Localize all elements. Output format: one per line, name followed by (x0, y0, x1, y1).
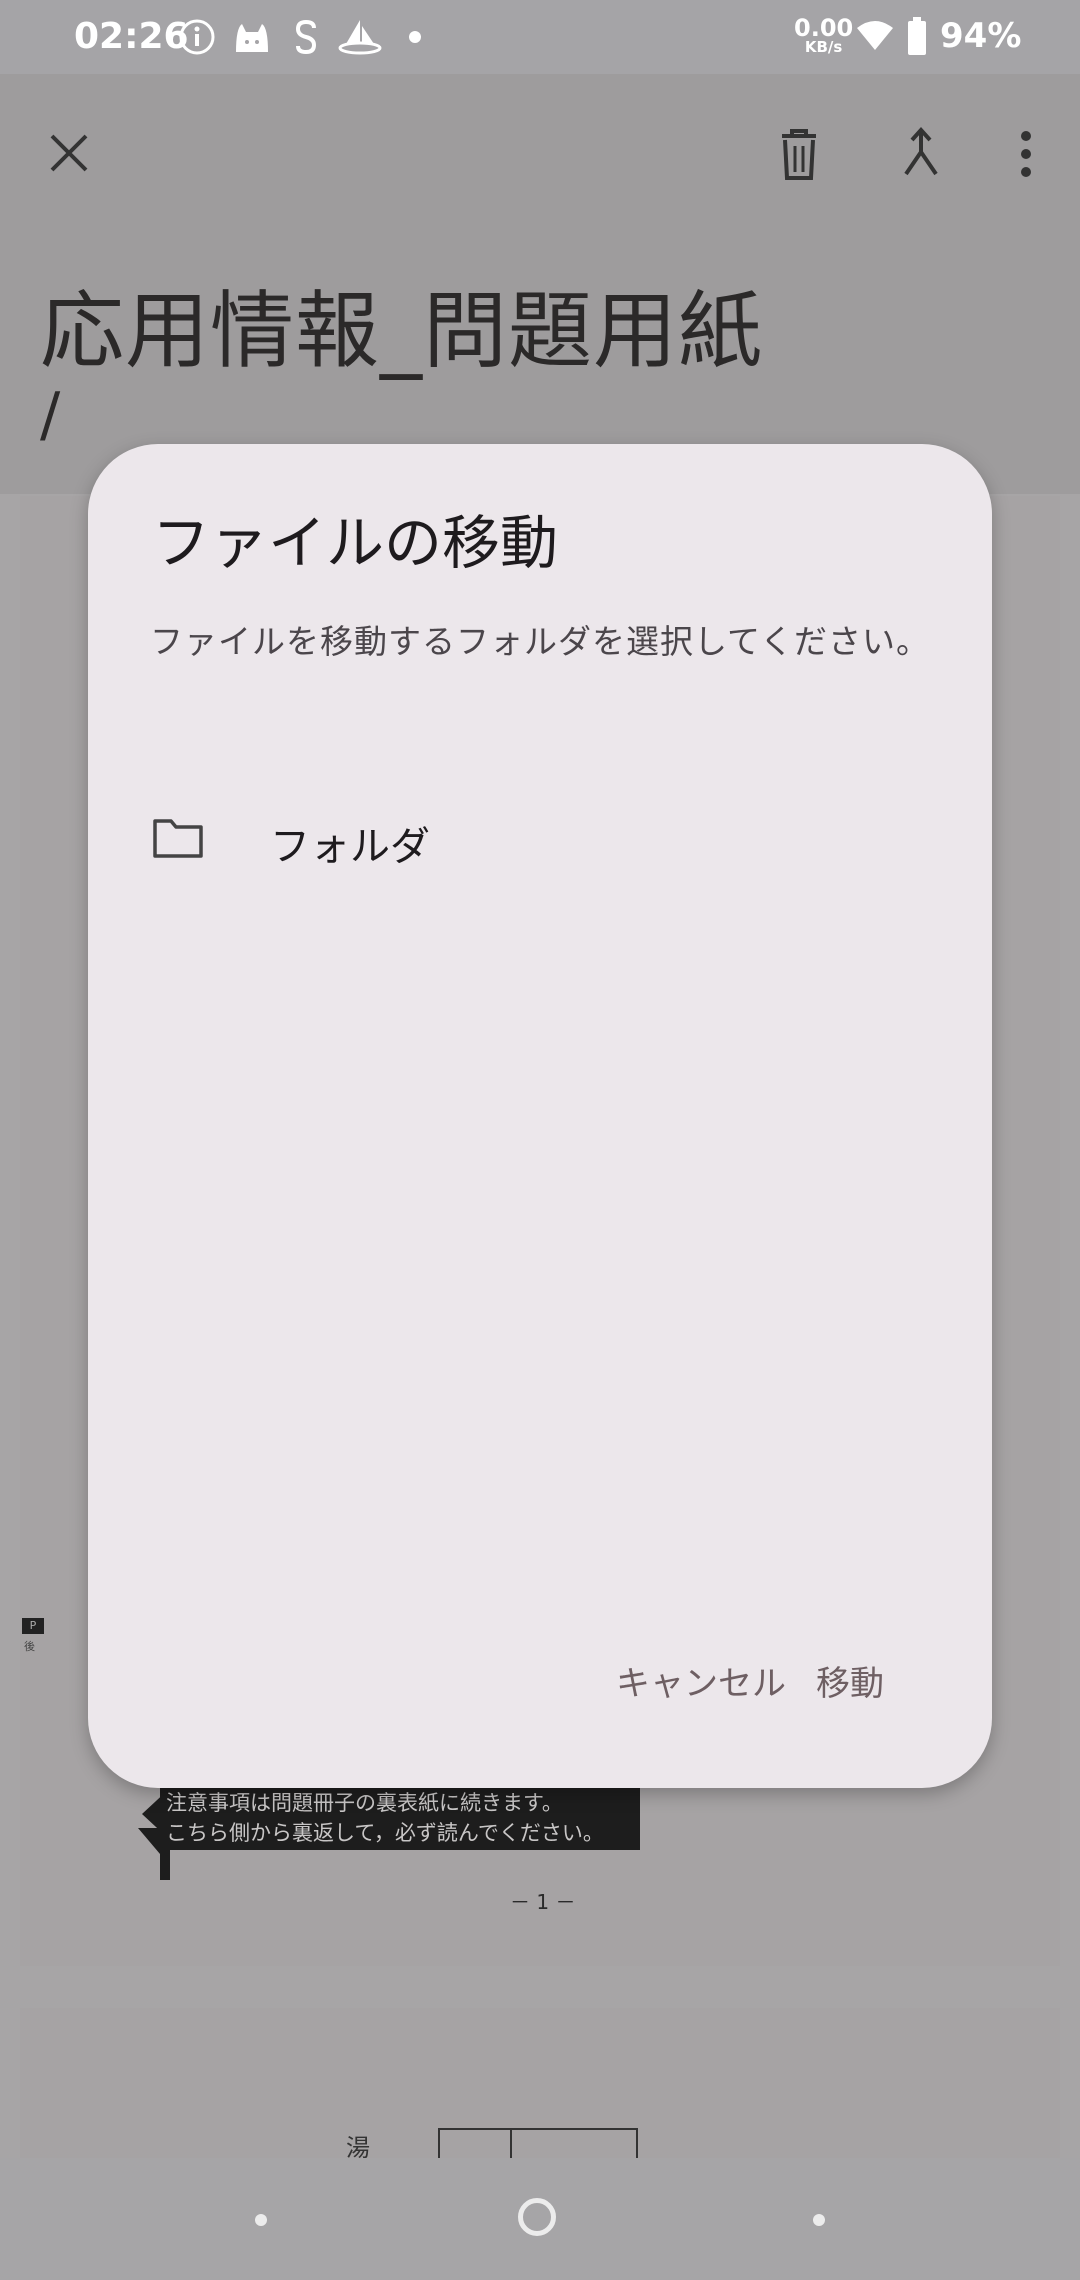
battery-percent: 94% (940, 16, 1022, 56)
home-button[interactable] (518, 2198, 556, 2236)
network-speed-value: 0.00 (794, 14, 854, 42)
cat-icon (236, 24, 268, 52)
side-mark: P (22, 1618, 44, 1634)
battery-icon (908, 17, 926, 55)
s-icon (295, 19, 317, 55)
document-title: 応用情報_問題用紙 (40, 282, 764, 380)
folder-label: フォルダ (270, 824, 430, 870)
dialog-message: ファイルを移動するフォルダを選択してください。 (150, 622, 931, 661)
move-button[interactable]: 移動 (816, 1656, 884, 1705)
delete-icon[interactable] (774, 126, 824, 182)
page-number: － 1 － (510, 1890, 576, 1914)
notice-line-1: 注意事項は問題冊子の裏表紙に続きます。 (166, 1791, 563, 1815)
page2-table (438, 2128, 638, 2160)
recents-button[interactable] (813, 2214, 825, 2226)
more-icon[interactable] (1006, 126, 1046, 182)
move-file-dialog: ファイルの移動 ファイルを移動するフォルダを選択してください。 フォルダ キャン… (88, 444, 992, 1788)
status-bar: 02:26 0.00 KB/s 94% (0, 0, 1080, 74)
close-icon[interactable] (44, 128, 94, 178)
notice-line-2: こちら側から裏返して，必ず読んでください。 (166, 1821, 604, 1845)
ship-icon (338, 20, 382, 55)
folder-list-item[interactable]: フォルダ (128, 792, 952, 892)
info-icon (179, 19, 215, 55)
network-speed: 0.00 KB/s (794, 16, 853, 55)
back-button[interactable] (255, 2214, 267, 2226)
notice-box: 注意事項は問題冊子の裏表紙に続きます。 こちら側から裏返して，必ず読んでください… (160, 1788, 640, 1850)
side-mark-label: 後 (24, 1640, 35, 1653)
dialog-title: ファイルの移動 (152, 509, 559, 577)
folder-icon (153, 819, 203, 858)
network-speed-unit: KB/s (804, 38, 843, 56)
document-path: / (40, 380, 61, 450)
dot-icon (409, 31, 421, 43)
status-time: 02:26 (74, 16, 189, 57)
merge-icon[interactable] (896, 126, 946, 182)
wifi-icon (857, 21, 893, 50)
cancel-button[interactable]: キャンセル (616, 1656, 786, 1705)
